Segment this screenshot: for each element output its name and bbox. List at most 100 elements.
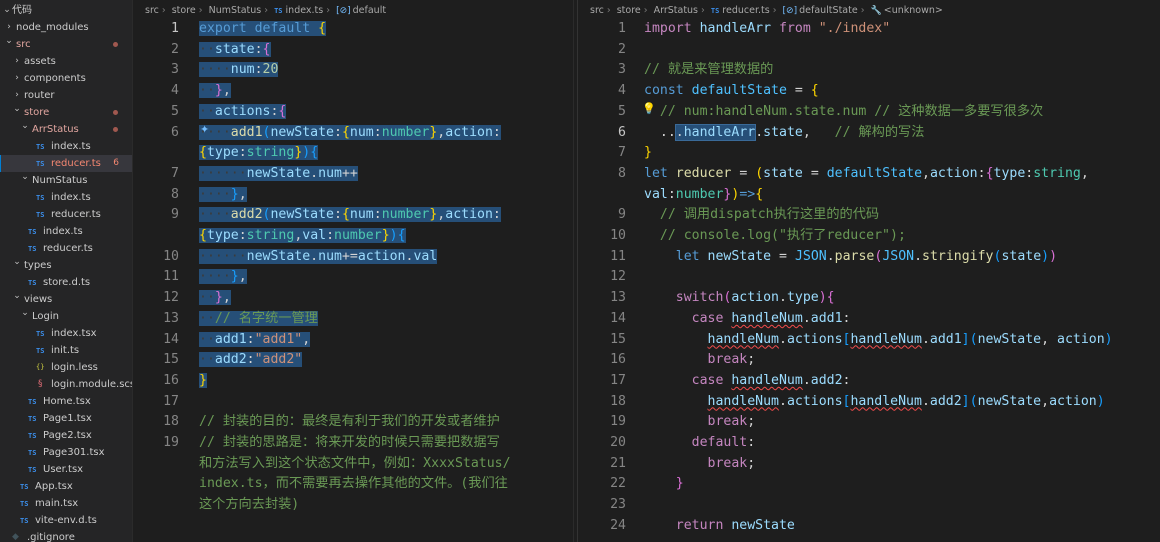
- tree-file[interactable]: TS init.ts: [0, 342, 132, 359]
- code-line[interactable]: 5 ··actions:{: [133, 102, 573, 123]
- code-line[interactable]: 17 case handleNum.add2:: [578, 371, 1160, 392]
- code-line[interactable]: 6 ...handleArr.state, // 解构的写法: [578, 123, 1160, 144]
- code-line[interactable]: 10 ······newState.num+=action.val: [133, 247, 573, 268]
- code-line[interactable]: 18 handleNum.actions[handleNum.add2](new…: [578, 392, 1160, 413]
- tree-file[interactable]: TS reducer.ts: [0, 206, 132, 223]
- code-line[interactable]: 5 // num:handleNum.state.num // 这种数据一多要写…: [578, 102, 1160, 123]
- tree-folder[interactable]: › assets: [0, 53, 132, 70]
- breadcrumb-item[interactable]: <unknown>: [884, 5, 943, 16]
- code-line[interactable]: 15 handleNum.actions[handleNum.add1](new…: [578, 330, 1160, 351]
- code-line[interactable]: 9 ····add2(newState:{num:number},action:: [133, 205, 573, 226]
- tree-file[interactable]: TS index.ts: [0, 223, 132, 240]
- tree-file[interactable]: TS Page301.tsx: [0, 444, 132, 461]
- code-line[interactable]: 22 }: [578, 474, 1160, 495]
- chevron-down-icon: ⌄: [21, 308, 29, 318]
- code-line[interactable]: 这个方向去封装): [133, 495, 573, 516]
- code-line[interactable]: 21 break;: [578, 454, 1160, 475]
- tree-file[interactable]: TS index.ts: [0, 189, 132, 206]
- tree-file[interactable]: TS index.tsx: [0, 325, 132, 342]
- breadcrumb-item[interactable]: src: [145, 5, 159, 16]
- code-line[interactable]: 19 break;: [578, 412, 1160, 433]
- code-line[interactable]: 11 let newState = JSON.parse(JSON.string…: [578, 247, 1160, 268]
- breadcrumb-item[interactable]: store: [617, 5, 641, 16]
- chevron-right-icon: ›: [15, 73, 19, 83]
- code-line[interactable]: 16}: [133, 371, 573, 392]
- tree-file[interactable]: TS Page1.tsx: [0, 410, 132, 427]
- code-line[interactable]: 9 // 调用dispatch执行这里的的代码: [578, 205, 1160, 226]
- breadcrumb-item[interactable]: store: [172, 5, 196, 16]
- tree-file[interactable]: TS vite-env.d.ts: [0, 512, 132, 529]
- code-line[interactable]: 11 ····},: [133, 267, 573, 288]
- code-line[interactable]: 4 const defaultState = {: [578, 81, 1160, 102]
- breadcrumb-item[interactable]: src: [590, 5, 604, 16]
- code-line[interactable]: 8 let reducer = (state = defaultState,act…: [578, 164, 1160, 185]
- code-line[interactable]: 12: [578, 267, 1160, 288]
- code-line[interactable]: 1 export default {: [133, 19, 573, 40]
- tree-item-label: Page1.tsx: [43, 413, 92, 424]
- code-line[interactable]: 7}: [578, 143, 1160, 164]
- code-line[interactable]: 20 default:: [578, 433, 1160, 454]
- tree-folder[interactable]: ⌄ src: [0, 36, 132, 53]
- lightbulb-autofix-icon[interactable]: ✦: [200, 123, 209, 136]
- editor-left[interactable]: src › store › NumStatus › TS index.ts › [⊘] de…: [133, 0, 573, 542]
- explorer-root[interactable]: ⌄ 代码: [0, 2, 132, 19]
- tree-folder[interactable]: ⌄ Login: [0, 308, 132, 325]
- code-line[interactable]: 4 ··},: [133, 81, 573, 102]
- breadcrumb-item[interactable]: NumStatus: [209, 5, 262, 16]
- lightbulb-icon[interactable]: 💡: [642, 102, 656, 115]
- code-line[interactable]: 16 break;: [578, 350, 1160, 371]
- code-line[interactable]: val:number})=>{: [578, 185, 1160, 206]
- breadcrumb-item[interactable]: ArrStatus: [654, 5, 698, 16]
- tree-file[interactable]: TS index.ts: [0, 138, 132, 155]
- code-line[interactable]: 14 case handleNum.add1:: [578, 309, 1160, 330]
- code-line[interactable]: 23: [578, 495, 1160, 516]
- code-line[interactable]: 24 return newState: [578, 516, 1160, 537]
- code-line[interactable]: 2 ··state:{: [133, 40, 573, 61]
- code-line[interactable]: 18 // 封装的目的：最终是有利于我们的开发或者维护: [133, 412, 573, 433]
- tree-file[interactable]: TS main.tsx: [0, 495, 132, 512]
- code-line[interactable]: 2: [578, 40, 1160, 61]
- tree-folder[interactable]: ⌄ types: [0, 257, 132, 274]
- tree-folder[interactable]: › components: [0, 70, 132, 87]
- code-line[interactable]: 12 ··},: [133, 288, 573, 309]
- line-number: 16: [610, 352, 626, 368]
- tree-file[interactable]: ◆ .gitignore: [0, 529, 132, 542]
- breadcrumb-item[interactable]: reducer.ts: [722, 5, 769, 16]
- code-line[interactable]: 和方法写入到这个状态文件中，例如：XxxxStatus/: [133, 454, 573, 475]
- line-number: 17: [163, 393, 179, 409]
- tree-file[interactable]: § login.module.scss: [0, 376, 132, 393]
- tree-folder[interactable]: ⌄ ArrStatus: [0, 121, 132, 138]
- code-line[interactable]: 15 ··add2:"add2": [133, 350, 573, 371]
- code-line[interactable]: 14 ··add1:"add1",: [133, 330, 573, 351]
- breadcrumb-item[interactable]: index.ts: [286, 5, 324, 16]
- code-line[interactable]: {type:string,val:number}){: [133, 226, 573, 247]
- tree-folder[interactable]: › node_modules: [0, 19, 132, 36]
- tree-file[interactable]: TS Page2.tsx: [0, 427, 132, 444]
- code-line[interactable]: {type:string}){: [133, 143, 573, 164]
- code-line[interactable]: 1 import handleArr from "./index": [578, 19, 1160, 40]
- chevron-right-icon: ›: [772, 5, 777, 16]
- editor-right[interactable]: src › store › ArrStatus › TS reducer.ts › [⊘]…: [577, 0, 1160, 542]
- code-line[interactable]: 13 switch(action.type){: [578, 288, 1160, 309]
- code-line[interactable]: 19 // 封装的思路是：将来开发的时候只需要把数据写: [133, 433, 573, 454]
- tree-file[interactable]: TS User.tsx: [0, 461, 132, 478]
- code-line[interactable]: 3 ····num:20: [133, 60, 573, 81]
- tree-file[interactable]: {} login.less: [0, 359, 132, 376]
- modified-dot-icon: [113, 110, 118, 115]
- code-line[interactable]: 13 ··// 名字统一管理: [133, 309, 573, 330]
- code-text: case handleNum.add2:: [691, 372, 851, 388]
- code-line[interactable]: index.ts，而不需要再去操作其他的文件。(我们往: [133, 474, 573, 495]
- code-line[interactable]: 7 ······newState.num++: [133, 164, 573, 185]
- code-line[interactable]: 8 ····},: [133, 185, 573, 206]
- breadcrumb-item[interactable]: default: [353, 5, 386, 16]
- code-line[interactable]: 17: [133, 392, 573, 413]
- code-line[interactable]: 10 // console.log("执行了reducer");: [578, 226, 1160, 247]
- line-number: 8: [618, 165, 626, 181]
- code-line[interactable]: 6 ····add1(newState:{num:number},action:: [133, 123, 573, 144]
- typescript-file-icon: TS: [28, 466, 37, 474]
- code-line[interactable]: 3 // 就是来管理数据的: [578, 60, 1160, 81]
- tree-file[interactable]: TS App.tsx: [0, 478, 132, 495]
- breadcrumb-item[interactable]: defaultState: [799, 5, 858, 16]
- tree-file[interactable]: TS Home.tsx: [0, 393, 132, 410]
- tree-folder[interactable]: ⌄ NumStatus: [0, 172, 132, 189]
